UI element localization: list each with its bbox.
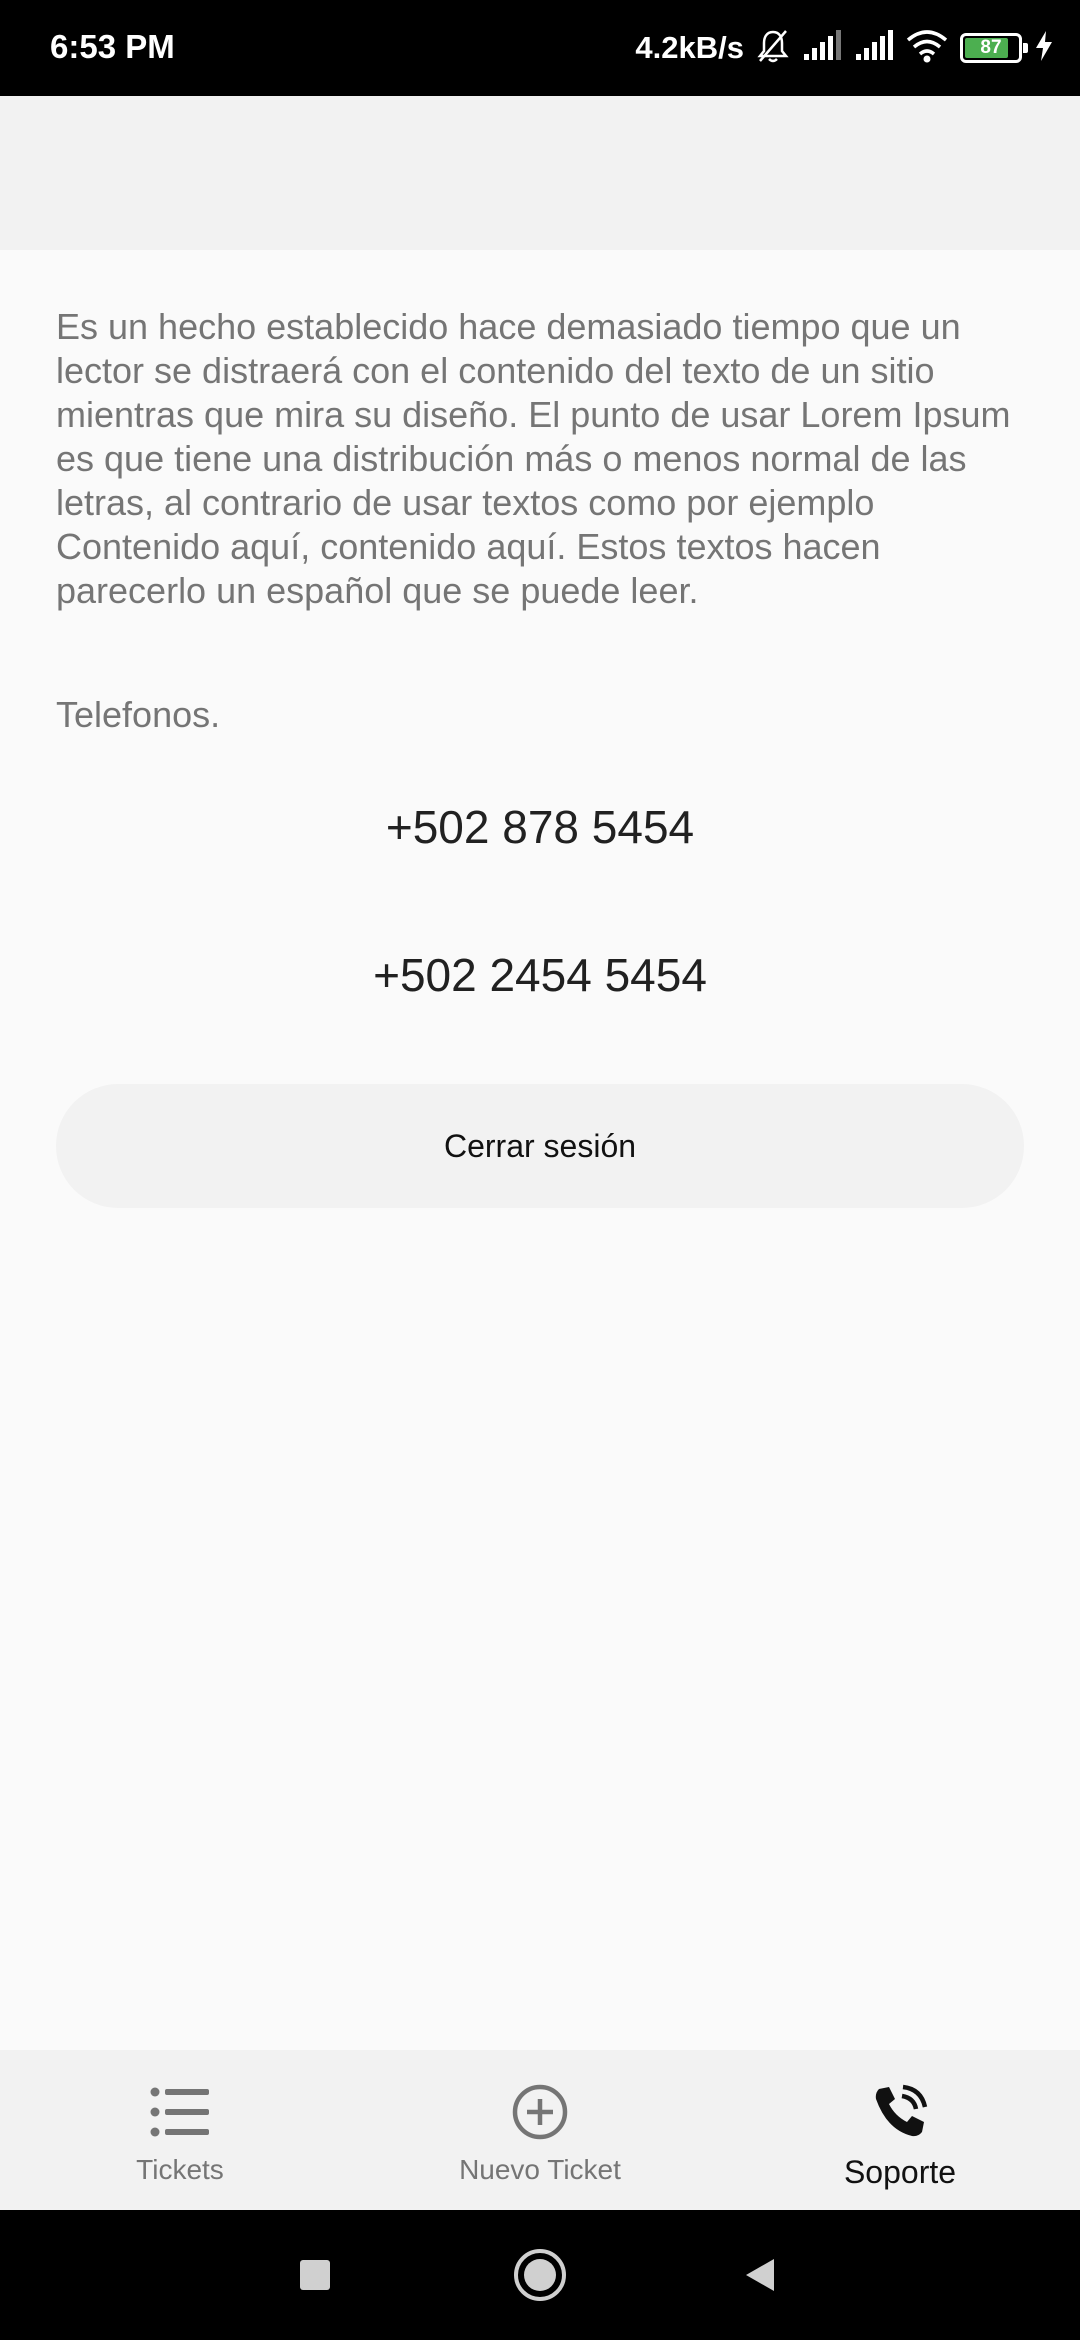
nav-label-support: Soporte: [843, 2154, 957, 2190]
battery-level: 87: [980, 37, 1002, 58]
add-circle-icon: [508, 2080, 572, 2144]
home-circle-icon[interactable]: [510, 2245, 570, 2305]
phone-number-1[interactable]: +502 878 5454: [0, 800, 1080, 854]
nav-label-new-ticket: Nuevo Ticket: [459, 2154, 621, 2185]
status-time: 6:53 PM: [50, 28, 175, 65]
back-triangle-icon[interactable]: [730, 2245, 790, 2305]
signal-icon: [802, 29, 842, 67]
battery-icon: 87: [960, 33, 1028, 63]
nav-item-new-ticket[interactable]: Nuevo Ticket: [360, 2050, 720, 2210]
phone-number-2[interactable]: +502 2454 5454: [0, 948, 1080, 1002]
recents-square-icon[interactable]: [285, 2245, 345, 2305]
status-icons: 4.2kB/s 87: [635, 24, 1054, 72]
nav-label-tickets: Tickets: [136, 2154, 224, 2185]
support-description: Es un hecho establecido hace demasiado t…: [56, 306, 1011, 611]
phone-call-icon: [868, 2080, 932, 2144]
signal-icon: [854, 29, 894, 67]
system-navigation-bar: [0, 2210, 1080, 2340]
nav-item-tickets[interactable]: Tickets: [0, 2050, 360, 2210]
app-screen: 6:53 PM 4.2kB/s 87 Es un hecho estableci…: [0, 0, 1080, 2340]
wifi-icon: [906, 29, 948, 68]
app-header: [0, 96, 1080, 250]
list-icon: [148, 2080, 212, 2144]
nav-item-support[interactable]: Soporte: [720, 2050, 1080, 2210]
phones-heading: Telefonos.: [56, 694, 221, 735]
mute-bell-icon: [756, 28, 790, 69]
logout-button[interactable]: Cerrar sesión: [56, 1084, 1024, 1208]
charging-icon: [1034, 30, 1054, 67]
bottom-navigation: Tickets Nuevo Ticket Soporte: [0, 2050, 1080, 2210]
status-bar: 6:53 PM 4.2kB/s 87: [0, 0, 1080, 96]
network-speed: 4.2kB/s: [635, 30, 744, 65]
